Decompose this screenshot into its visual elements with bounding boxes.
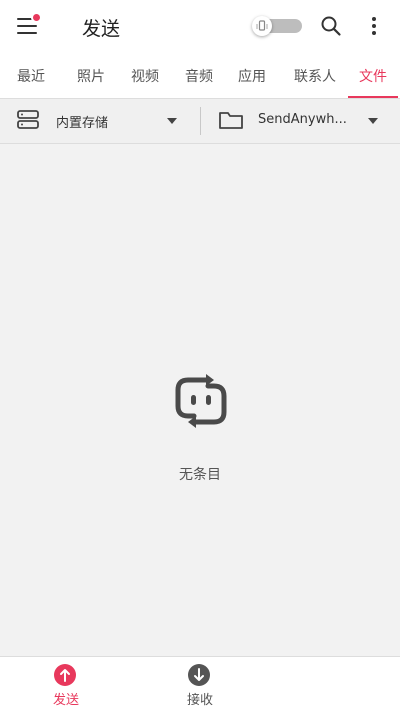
folder-label: SendAnywh... xyxy=(258,112,347,127)
chevron-down-icon xyxy=(368,118,378,124)
download-arrow-icon xyxy=(188,664,210,686)
more-vertical-icon xyxy=(372,17,376,35)
tab-audio[interactable]: 音频 xyxy=(176,54,222,98)
transfer-logo-icon xyxy=(175,374,227,428)
category-tabs: 最近 照片 视频 音频 应用 联系人 文件 xyxy=(0,54,400,98)
tab-photos[interactable]: 照片 xyxy=(68,54,114,98)
tab-contacts[interactable]: 联系人 xyxy=(286,54,344,98)
nav-receive-label: 接收 xyxy=(186,693,213,708)
tab-apps[interactable]: 应用 xyxy=(229,54,275,98)
folder-icon xyxy=(219,112,243,129)
more-options-button[interactable] xyxy=(362,14,386,38)
tab-recent[interactable]: 最近 xyxy=(8,54,54,98)
path-bar: 内置存储 SendAnywh... xyxy=(0,98,400,144)
connection-toggle[interactable] xyxy=(252,16,302,36)
chevron-down-icon xyxy=(167,118,177,124)
nav-send[interactable]: 发送 xyxy=(6,657,126,710)
empty-message: 无条目 xyxy=(179,467,221,483)
folder-selector[interactable]: SendAnywh... xyxy=(204,99,400,143)
page-title: 发送 xyxy=(82,18,121,40)
nav-send-label: 发送 xyxy=(52,693,79,708)
tab-files[interactable]: 文件 xyxy=(348,54,398,98)
phone-link-icon xyxy=(256,20,268,31)
search-button[interactable] xyxy=(319,14,343,38)
search-icon xyxy=(321,16,341,36)
tab-videos[interactable]: 视频 xyxy=(122,54,168,98)
file-list-empty: 无条目 xyxy=(0,144,400,656)
storage-icon xyxy=(17,110,39,129)
bottom-navigation: 发送 接收 xyxy=(0,656,400,710)
upload-arrow-icon xyxy=(54,664,76,686)
menu-button[interactable] xyxy=(14,12,42,38)
divider xyxy=(200,107,201,135)
notification-badge xyxy=(31,12,42,23)
app-bar: 发送 xyxy=(0,0,400,54)
storage-label: 内置存储 xyxy=(56,116,109,131)
nav-receive[interactable]: 接收 xyxy=(140,657,260,710)
toggle-knob xyxy=(252,16,272,36)
storage-selector[interactable]: 内置存储 xyxy=(0,99,198,143)
